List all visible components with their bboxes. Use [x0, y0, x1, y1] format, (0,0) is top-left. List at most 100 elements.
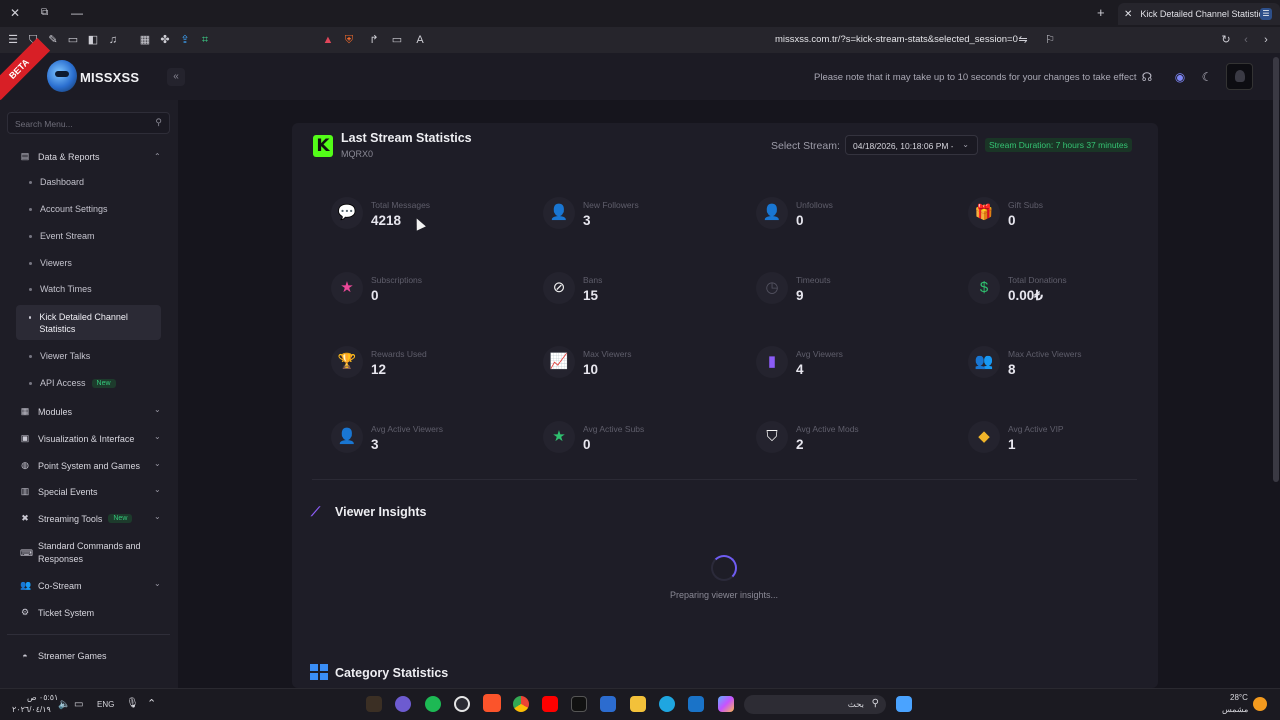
kick-logo-icon: K	[313, 135, 333, 157]
brave-shield-icon[interactable]: ⛨	[343, 34, 355, 46]
clock-date[interactable]: ٢٠٢٦/٠٤/١٩	[12, 705, 51, 714]
chevron-down-icon[interactable]: ⌄	[154, 579, 161, 588]
taskbar-search[interactable]: بحث ⚲	[744, 695, 886, 714]
sidebar-group-visualization[interactable]: ▣ Visualization & Interface	[20, 433, 135, 444]
sidebar-item-watch-times[interactable]: Watch Times	[29, 284, 92, 294]
bullet	[29, 287, 32, 291]
discord-icon[interactable]: ◉	[1173, 70, 1187, 84]
sidebar-item-api-access[interactable]: API Access New	[29, 378, 116, 388]
extension-icon[interactable]: ✎	[47, 34, 59, 46]
chevron-up-icon[interactable]: ⌃	[147, 697, 156, 710]
wallet-icon[interactable]: ▭	[67, 34, 79, 46]
puzzle-icon[interactable]: ✤	[159, 34, 171, 46]
gift-icon: 🎁	[968, 197, 1000, 229]
start-windows-icon[interactable]	[896, 696, 912, 712]
sidebar-group-streamer-games[interactable]: ◓ Streamer Games	[20, 651, 106, 661]
edge-icon[interactable]	[659, 696, 675, 712]
network-icon[interactable]: ▭	[74, 699, 83, 710]
sidebar-group-special-events[interactable]: ▥ Special Events	[20, 486, 98, 497]
copilot-icon[interactable]	[718, 696, 734, 712]
logo-mascot-icon[interactable]	[47, 60, 77, 92]
headset-icon[interactable]: ☊	[1140, 70, 1154, 84]
sidebar-search-input[interactable]: Search Menu... ⚲	[7, 112, 170, 134]
sidebar-item-label: Dashboard	[40, 177, 85, 187]
folder-icon[interactable]	[630, 696, 646, 712]
bullet	[29, 316, 32, 319]
moon-icon[interactable]: ☾	[1200, 70, 1214, 84]
star-icon: ★	[543, 421, 575, 453]
upload-icon[interactable]: ⇪	[179, 34, 191, 46]
weather-sun-icon[interactable]	[1253, 697, 1267, 711]
brave-icon[interactable]	[483, 694, 501, 712]
language-indicator[interactable]: ENG	[97, 700, 114, 709]
sidebar-group-point-system[interactable]: ◍ Point System and Games	[20, 460, 140, 471]
stream-select[interactable]: 04/18/2026, 10:18:06 PM - 0 ⌄	[845, 135, 978, 155]
back-icon[interactable]: ‹	[1240, 34, 1252, 46]
logo-text[interactable]: MISSXSS	[80, 70, 139, 85]
translate-icon[interactable]: A	[414, 34, 426, 46]
sidebar-toggle-icon[interactable]: ◧	[87, 34, 99, 46]
chevron-down-icon[interactable]: ⌄	[154, 459, 161, 468]
share-icon[interactable]: ↱	[368, 34, 380, 46]
chevron-up-icon[interactable]: ⌃	[154, 152, 161, 161]
close-tab-icon[interactable]: ✕	[1124, 9, 1132, 20]
volume-icon[interactable]: 🔈	[58, 699, 70, 710]
chevron-down-icon[interactable]: ⌄	[154, 512, 161, 521]
sidebar-item-viewers[interactable]: Viewers	[29, 258, 72, 268]
new-tab-icon[interactable]: +	[1097, 5, 1105, 20]
outlook-icon[interactable]	[688, 696, 704, 712]
close-window-icon[interactable]: ✕	[10, 6, 20, 20]
screenshot-icon[interactable]: ⌗	[199, 34, 211, 46]
minimize-window-icon[interactable]: —	[71, 6, 83, 20]
steam-icon[interactable]	[454, 696, 470, 712]
users-icon: 👥	[968, 346, 1000, 378]
cast-icon[interactable]: ▭	[391, 34, 403, 46]
sidebar-item-kick-statistics[interactable]: Kick Detailed Channel Statistics	[29, 311, 139, 335]
taskbar-app-icon[interactable]	[366, 696, 382, 712]
sidebar-group-ticket-system[interactable]: ⚙ Ticket System	[20, 607, 94, 618]
microphone-icon[interactable]: 🎙	[126, 698, 139, 709]
browser-tab-active[interactable]: ✕ Kick Detailed Channel Statistics ☰	[1118, 3, 1280, 25]
stat-card: 👤 Avg Active Viewers 3	[331, 421, 531, 461]
music-icon[interactable]: ♫	[107, 34, 119, 46]
chevron-down-icon[interactable]: ⌄	[154, 432, 161, 441]
page-scrollbar[interactable]	[1273, 57, 1279, 482]
bullet	[29, 261, 32, 265]
stat-value: 0	[1008, 213, 1016, 228]
sidebar-group-label: Ticket System	[38, 607, 95, 618]
tune-icon[interactable]: ⇋	[1017, 34, 1029, 46]
warning-icon[interactable]: ▲	[322, 34, 334, 46]
search-icon[interactable]: ⚲	[155, 117, 162, 128]
menu-icon[interactable]: ☰	[7, 34, 19, 46]
sidebar-item-event-stream[interactable]: Event Stream	[29, 231, 95, 241]
restore-window-icon[interactable]: ⧉	[41, 6, 48, 20]
sidebar-group-co-stream[interactable]: 👥 Co-Stream	[20, 580, 82, 591]
sidebar-item-dashboard[interactable]: Dashboard	[29, 177, 84, 187]
reload-icon[interactable]: ↻	[1220, 34, 1232, 46]
discord-taskbar-icon[interactable]	[395, 696, 411, 712]
weather-desc[interactable]: مشمس	[1222, 705, 1248, 714]
calendar-icon[interactable]: ▦	[139, 34, 151, 46]
weather-temp[interactable]: 28°C	[1230, 693, 1248, 702]
user-avatar[interactable]	[1226, 63, 1253, 90]
sidebar-group-streaming-tools[interactable]: ✖ Streaming Tools New	[20, 513, 133, 524]
url-text[interactable]: missxss.com.tr/?s=kick-stream-stats&sele…	[775, 34, 1018, 45]
chevron-down-icon[interactable]: ⌄	[154, 405, 161, 414]
bookmark-icon[interactable]: ⚐	[1044, 34, 1056, 46]
sidebar-item-account-settings[interactable]: Account Settings	[29, 204, 108, 214]
chevron-down-icon[interactable]: ⌄	[154, 485, 161, 494]
sidebar-group-data-reports[interactable]: ▤ Data & Reports	[20, 151, 100, 162]
sidebar-item-label: API Access	[40, 378, 86, 388]
sidebar-group-modules[interactable]: ▦ Modules	[20, 406, 72, 417]
tiktok-icon[interactable]	[571, 696, 587, 712]
forward-icon[interactable]: ›	[1260, 34, 1272, 46]
sidebar-item-viewer-talks[interactable]: Viewer Talks	[29, 351, 90, 361]
chrome-icon[interactable]	[513, 696, 529, 712]
spotify-icon[interactable]	[425, 696, 441, 712]
youtube-icon[interactable]	[542, 696, 558, 712]
clock-time[interactable]: ٠٥:٥١ ص	[27, 693, 58, 702]
store-icon[interactable]	[600, 696, 616, 712]
sidebar-group-standard-commands[interactable]: ⌨ Standard Commands and Responses	[20, 540, 150, 566]
search-icon: ⚲	[871, 698, 879, 709]
collapse-sidebar-button[interactable]: «	[167, 68, 185, 86]
